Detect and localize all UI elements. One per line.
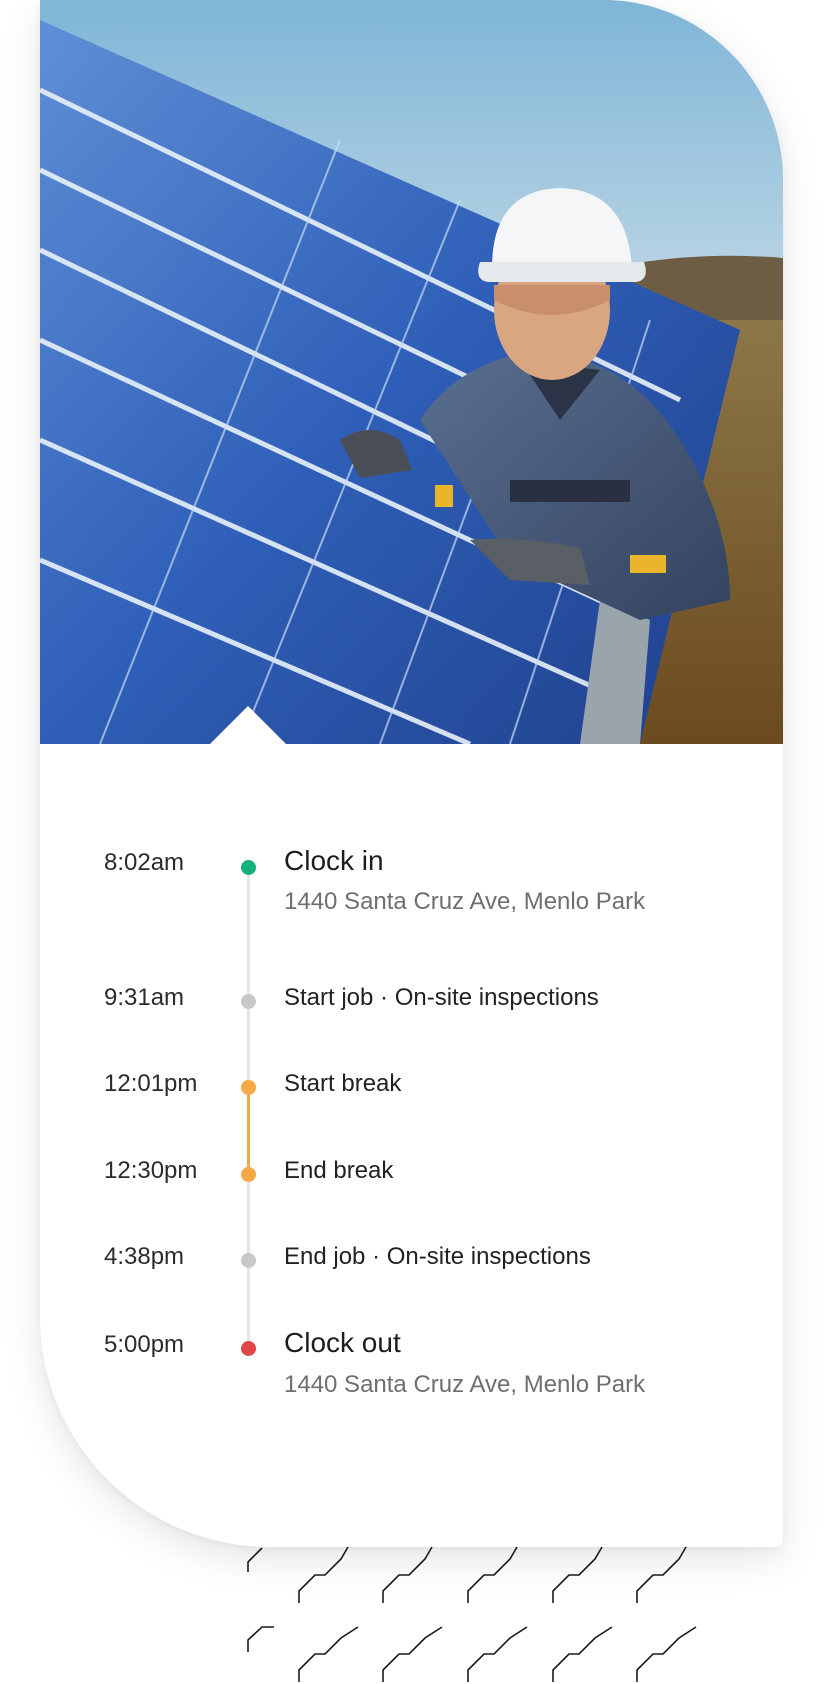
job-dot-icon bbox=[241, 994, 256, 1009]
entry-address: 1440 Santa Cruz Ave, Menlo Park bbox=[284, 1371, 646, 1398]
clock-in-dot-icon bbox=[241, 860, 256, 875]
entry-title: Start break bbox=[284, 1070, 402, 1097]
entry-title: End job · On-site inspections bbox=[284, 1243, 591, 1270]
entry-time: 4:38pm bbox=[104, 1243, 185, 1270]
entry-time: 8:02am bbox=[104, 849, 185, 876]
timesheet-card: 8:02am Clock in 1440 Santa Cruz Ave, Men… bbox=[40, 0, 783, 1547]
break-dot-icon bbox=[241, 1080, 256, 1095]
break-dot-icon bbox=[241, 1167, 256, 1182]
entry-time: 12:30pm bbox=[104, 1157, 198, 1184]
entry-title: Clock out bbox=[284, 1327, 401, 1358]
timeline: 8:02am Clock in 1440 Santa Cruz Ave, Men… bbox=[40, 744, 783, 1547]
entry-time: 5:00pm bbox=[104, 1331, 185, 1358]
entry-address: 1440 Santa Cruz Ave, Menlo Park bbox=[284, 888, 646, 915]
clock-out-dot-icon bbox=[241, 1341, 256, 1356]
job-dot-icon bbox=[241, 1253, 256, 1268]
entry-time: 9:31am bbox=[104, 984, 185, 1011]
timeline-break-segment bbox=[247, 1088, 250, 1175]
entry-time: 12:01pm bbox=[104, 1070, 198, 1097]
entry-title: End break bbox=[284, 1157, 394, 1184]
entry-title: Clock in bbox=[284, 845, 384, 876]
photo-illustration bbox=[40, 0, 783, 744]
solar-worker-photo bbox=[40, 0, 783, 744]
entry-title: Start job · On-site inspections bbox=[284, 984, 599, 1011]
zigzag-pattern-decoration bbox=[247, 1546, 697, 1682]
photo-pointer-notch bbox=[210, 706, 286, 744]
